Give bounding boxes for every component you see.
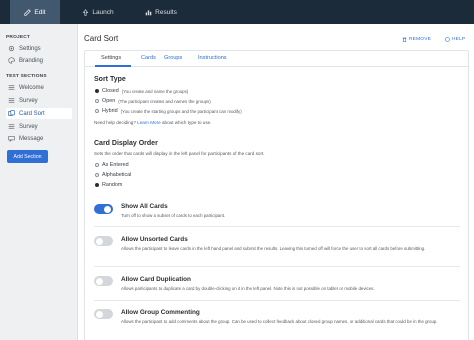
radio-button[interactable] [95, 99, 99, 103]
page-title: Card Sort [84, 34, 119, 43]
sidebar-item-welcome[interactable]: Welcome [6, 82, 72, 93]
sidebar-item-label: Branding [19, 57, 44, 64]
toggle-knob [96, 277, 103, 285]
subtab-bar: Settings Cards Groups Instructions [85, 51, 468, 67]
show-all-cards-toggle[interactable] [94, 204, 113, 214]
results-icon [145, 9, 152, 15]
sidebar-item-label: Settings [19, 45, 41, 52]
display-order-heading: Card Display Order [94, 140, 158, 147]
toggle-knob [104, 205, 111, 213]
allow-group-commenting-description: Allows the participant to add comments a… [121, 319, 438, 324]
tab-results[interactable]: Results [136, 0, 186, 24]
launch-icon [83, 8, 89, 16]
help-suffix: about which type to use. [161, 120, 212, 125]
option-label: Random [102, 182, 123, 188]
option-label: Alphabetical [102, 172, 132, 178]
divider [94, 226, 460, 227]
survey-icon [8, 98, 15, 103]
allow-unsorted-cards-title: Allow Unsorted Cards [121, 236, 188, 243]
sidebar-item-label: Card Sort [19, 110, 45, 117]
top-nav-bar: Edit Launch Results [0, 0, 474, 24]
radio-button[interactable] [95, 109, 99, 113]
tab-edit[interactable]: Edit [10, 0, 60, 24]
allow-card-duplication-toggle[interactable] [94, 276, 113, 286]
allow-group-commenting-title: Allow Group Commenting [121, 309, 200, 316]
sidebar-item-settings[interactable]: Settings [6, 43, 72, 54]
option-label: Closed [102, 88, 119, 94]
option-label: As Entered [102, 162, 129, 168]
option-description: (You create and name the groups) [121, 88, 189, 94]
allow-card-duplication-title: Allow Card Duplication [121, 276, 191, 283]
trash-icon [402, 37, 407, 42]
help-icon [445, 37, 450, 42]
edit-icon [24, 8, 32, 16]
toggle-knob [96, 310, 103, 318]
show-all-cards-description: Turn off to show a subset of cards to ea… [121, 213, 226, 218]
sidebar-item-message[interactable]: Message [6, 133, 72, 144]
allow-unsorted-cards-toggle[interactable] [94, 236, 113, 246]
divider [94, 300, 460, 301]
option-description: (You create the starting groups and the … [120, 108, 242, 114]
add-section-button[interactable]: Add Section [7, 150, 48, 163]
tab-cards[interactable]: Cards [141, 55, 156, 61]
test-sections-heading: TEST SECTIONS [6, 74, 47, 79]
sidebar-item-branding[interactable]: Branding [6, 55, 72, 66]
option-label: Hybrid [102, 108, 118, 114]
help-prefix: Need help deciding? [94, 120, 136, 125]
help-label: HELP [452, 37, 466, 42]
remove-button[interactable]: REMOVE [402, 37, 431, 42]
project-heading: PROJECT [6, 35, 31, 40]
main-panel: Card Sort REMOVE HELP Settings Cards Gro… [78, 24, 474, 340]
card-sort-icon [8, 110, 15, 116]
sidebar-item-survey[interactable]: Survey [6, 95, 72, 106]
radio-button[interactable] [95, 173, 99, 177]
allow-card-duplication-description: Allows participants to duplicate a card … [121, 286, 375, 291]
sidebar-item-label: Survey [19, 123, 38, 130]
sort-type-hybrid-option[interactable]: Hybrid (You create the starting groups a… [95, 107, 242, 115]
remove-label: REMOVE [409, 37, 431, 42]
divider [94, 266, 460, 267]
settings-card: Settings Cards Groups Instructions Sort … [84, 50, 469, 340]
display-order-description: Sets the order that cards will display i… [94, 151, 265, 156]
display-order-random-option[interactable]: Random [95, 181, 122, 189]
tab-launch-label: Launch [92, 8, 114, 16]
tab-settings[interactable]: Settings [101, 55, 121, 61]
sort-type-heading: Sort Type [94, 76, 126, 83]
tab-groups[interactable]: Groups [164, 55, 182, 61]
tab-instructions[interactable]: Instructions [198, 55, 227, 61]
sidebar-item-card-sort[interactable]: Card Sort [6, 108, 72, 119]
message-icon [8, 136, 15, 142]
option-description: (The participant creates and names the g… [118, 98, 211, 104]
option-label: Open [102, 98, 116, 104]
sort-type-closed-option[interactable]: Closed (You create and name the groups) [95, 87, 188, 95]
allow-group-commenting-toggle[interactable] [94, 309, 113, 319]
tab-edit-label: Edit [34, 8, 46, 16]
gear-icon [8, 45, 15, 52]
sort-type-help: Need help deciding? Learn More about whi… [94, 120, 212, 125]
sidebar-item-label: Welcome [19, 84, 44, 91]
learn-more-link[interactable]: Learn More [137, 120, 161, 125]
radio-button[interactable] [95, 89, 99, 93]
show-all-cards-title: Show All Cards [121, 203, 168, 210]
tab-results-label: Results [155, 8, 177, 16]
sort-type-open-option[interactable]: Open (The participant creates and names … [95, 97, 211, 105]
toggle-knob [96, 237, 103, 245]
sidebar-item-label: Survey [19, 97, 38, 104]
active-tab-indicator [95, 65, 131, 67]
palette-icon [8, 57, 15, 64]
radio-button[interactable] [95, 183, 99, 187]
survey-icon [8, 124, 15, 129]
radio-button[interactable] [95, 163, 99, 167]
sidebar-item-label: Message [19, 135, 44, 142]
tab-launch[interactable]: Launch [73, 0, 123, 24]
allow-unsorted-cards-description: Allows the participant to leave cards in… [121, 246, 426, 251]
welcome-icon [8, 85, 15, 90]
help-button[interactable]: HELP [445, 37, 465, 42]
sidebar-item-survey-2[interactable]: Survey [6, 121, 72, 132]
display-order-as-entered-option[interactable]: As Entered [95, 161, 129, 169]
display-order-alphabetical-option[interactable]: Alphabetical [95, 171, 131, 179]
sidebar: PROJECT Settings Branding TEST SECTIONS … [0, 24, 78, 340]
